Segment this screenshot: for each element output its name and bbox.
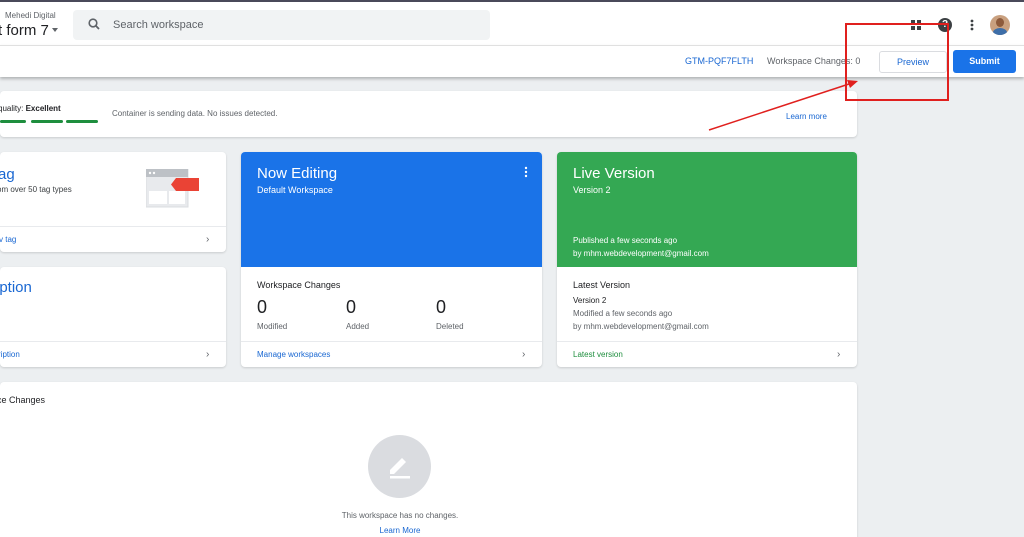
empty-state-message: This workspace has no changes.: [341, 511, 459, 520]
caret-down-icon[interactable]: [52, 28, 58, 32]
empty-state-circle: [368, 435, 431, 498]
workspace-changes-card: ce Changes This workspace has no changes…: [0, 382, 857, 537]
manage-workspaces-link[interactable]: Manage workspaces: [257, 350, 330, 359]
empty-state-learn-more-link[interactable]: Learn More: [0, 526, 800, 535]
search-input[interactable]: Search workspace: [113, 19, 204, 31]
more-vert-icon[interactable]: [970, 19, 974, 31]
now-editing-header: Now Editing Default Workspace: [241, 152, 542, 267]
published-by: by mhm.webdevelopment@gmail.com: [573, 249, 709, 258]
quality-label-prefix: quality:: [0, 104, 24, 113]
account-name: Mehedi Digital: [5, 11, 56, 20]
latest-version-link[interactable]: Latest version: [573, 350, 623, 359]
container-quality-card: quality: Excellent Container is sending …: [0, 91, 857, 137]
description-link[interactable]: ription: [0, 350, 20, 359]
live-version-card: Live Version Version 2 Published a few s…: [557, 152, 857, 367]
annotation-highlight-box: [845, 23, 949, 101]
workspace-name: Default Workspace: [257, 185, 333, 195]
avatar-body: [993, 28, 1007, 35]
new-tag-footer[interactable]: v tag ›: [0, 226, 226, 252]
quality-learn-more-link[interactable]: Learn more: [786, 112, 827, 121]
latest-version-label: Latest Version: [573, 280, 631, 290]
quality-label: quality: Excellent: [0, 104, 61, 113]
latest-version-number: Version 2: [573, 296, 607, 305]
quality-value: Excellent: [25, 104, 61, 113]
published-time: Published a few seconds ago: [573, 236, 678, 245]
description-card[interactable]: iption ription ›: [0, 267, 226, 367]
new-tag-card[interactable]: ag om over 50 tag types v tag ›: [0, 152, 226, 252]
submit-button[interactable]: Submit: [953, 50, 1016, 73]
live-version-header: Live Version Version 2 Published a few s…: [557, 152, 857, 267]
live-version-title: Live Version: [573, 165, 655, 182]
quality-message: Container is sending data. No issues det…: [112, 109, 278, 118]
description-footer[interactable]: ription ›: [0, 341, 226, 367]
new-tag-subtitle: om over 50 tag types: [0, 185, 72, 194]
quality-bar-1: [0, 120, 26, 123]
chevron-right-icon: ›: [522, 349, 526, 360]
now-editing-title: Now Editing: [257, 165, 338, 182]
latest-modified-by: by mhm.webdevelopment@gmail.com: [573, 322, 709, 331]
now-editing-card: Now Editing Default Workspace Workspace …: [241, 152, 542, 367]
chevron-right-icon: ›: [206, 349, 210, 360]
tag-illustration-icon: [146, 169, 199, 208]
modified-count: 0: [257, 297, 268, 317]
quality-bar-2: [31, 120, 63, 123]
search-bar[interactable]: Search workspace: [73, 10, 490, 40]
card-menu-icon[interactable]: [524, 166, 528, 178]
latest-modified-time: Modified a few seconds ago: [573, 309, 673, 318]
workspace-changes-label: Workspace Changes: [257, 280, 341, 290]
added-count: 0: [346, 297, 357, 317]
deleted-count: 0: [436, 297, 447, 317]
container-id-link[interactable]: GTM-PQF7FLTH: [685, 56, 753, 66]
latest-version-footer[interactable]: Latest version ›: [557, 341, 857, 367]
quality-bar-3: [66, 120, 98, 123]
deleted-label: Deleted: [436, 322, 464, 331]
edit-pencil-icon: [390, 458, 410, 479]
search-icon: [88, 18, 100, 30]
new-tag-title[interactable]: ag: [0, 166, 15, 183]
modified-label: Modified: [257, 322, 288, 331]
chevron-right-icon: ›: [837, 349, 841, 360]
description-title[interactable]: iption: [0, 279, 32, 296]
container-selector[interactable]: t form 7: [0, 22, 49, 39]
avatar[interactable]: [990, 15, 1010, 35]
chevron-right-icon: ›: [206, 234, 210, 245]
manage-workspaces-footer[interactable]: Manage workspaces ›: [241, 341, 542, 367]
live-version-number: Version 2: [573, 185, 611, 195]
added-label: Added: [346, 322, 370, 331]
new-tag-link[interactable]: v tag: [0, 235, 16, 244]
workspace-changes-title: ce Changes: [0, 395, 46, 405]
avatar-face: [996, 18, 1004, 27]
